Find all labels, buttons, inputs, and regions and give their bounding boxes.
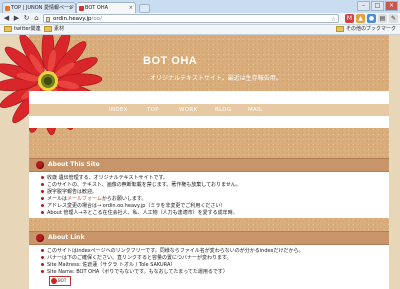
list-item: Site Maitress: 佐倉蓮（サクラ トオル / Tole SAKURA… bbox=[41, 261, 175, 268]
address-bar[interactable]: ordin.heavy.jp/oo/ ☆ bbox=[43, 14, 339, 23]
bullet-icon bbox=[41, 204, 44, 207]
folder-icon bbox=[44, 25, 52, 32]
site-banner[interactable]: BOT bbox=[49, 276, 71, 286]
section-title: About Link bbox=[48, 234, 85, 241]
tab-label: TOP | JUNON 愛情報ページ bbox=[11, 5, 74, 11]
main-menu: INDEX TOP WORK BLOG MAIL bbox=[29, 104, 389, 116]
menu-item-top[interactable]: TOP bbox=[147, 104, 159, 116]
site-subtitle: オリジナルテキストサイト。最近は生存報告用。 bbox=[150, 75, 282, 82]
new-tab-button[interactable] bbox=[139, 4, 150, 13]
banner-flower-icon bbox=[51, 278, 57, 284]
bookmark-label: 素材 bbox=[54, 26, 65, 32]
menu-item-blog[interactable]: BLOG bbox=[215, 104, 231, 116]
list-item: 誤字脱字報告は歓迎。 bbox=[41, 188, 97, 195]
star-icon[interactable]: ☆ bbox=[331, 15, 336, 24]
list-item: このサイトの、テキスト、画像の無断転載を禁じます。著作権も放棄しておりません。 bbox=[41, 181, 241, 188]
bullet-icon bbox=[41, 263, 44, 266]
bullet-icon bbox=[41, 249, 44, 252]
menu-item-mail[interactable]: MAIL bbox=[248, 104, 262, 116]
red-dot-icon bbox=[36, 234, 44, 242]
page-menu-icon[interactable]: ▤ bbox=[378, 14, 387, 23]
extension-icon[interactable]: ● bbox=[367, 14, 376, 23]
banner-text: BOT bbox=[58, 278, 67, 283]
extension-icon[interactable]: ▲ bbox=[356, 14, 365, 23]
address-path: /oo/ bbox=[91, 16, 102, 22]
red-dot-icon bbox=[36, 161, 44, 169]
minimize-button[interactable]: – bbox=[357, 1, 370, 11]
close-window-button[interactable]: × bbox=[385, 1, 398, 11]
favicon-icon bbox=[5, 6, 10, 11]
list-item: このサイトはindexページへのリンクフリーです。同様ならファイル名が変わらない… bbox=[41, 247, 303, 254]
section-header: About Link bbox=[29, 231, 389, 245]
list-item-text: Site Name: BOT OHA（ボりでもないです。もなおしてたまってた運用… bbox=[47, 269, 228, 275]
browser-tab-1[interactable]: TOP | JUNON 愛情報ページ × bbox=[2, 2, 76, 13]
bookmark-label: twitter関連 bbox=[14, 26, 41, 32]
about-link-section: About Link このサイトはindexページへのリンクフリーです。同様なら… bbox=[29, 231, 389, 289]
menu-item-work[interactable]: WORK bbox=[179, 104, 197, 116]
list-item: バナーは下のご確保ください。直リンクすると容量の置につバナーが変わります。 bbox=[41, 254, 232, 261]
close-tab-icon[interactable]: × bbox=[129, 3, 133, 13]
bookmark-label: その他のブックマーク bbox=[345, 26, 396, 32]
list-item: 收歳 遺伝管理する、オリジナルテキストサイトです。 bbox=[41, 174, 168, 181]
forward-icon[interactable]: ▶ bbox=[12, 14, 21, 23]
browser-tab-2[interactable]: BOT OHA × bbox=[76, 2, 136, 13]
header-band bbox=[29, 91, 389, 104]
home-icon[interactable]: ⌂ bbox=[32, 14, 41, 23]
list-item: About 管理人→ネとこる在住会社人、私、人工物（人力も逢適市）を愛する成年時… bbox=[41, 209, 238, 216]
page-icon bbox=[46, 17, 50, 22]
tab-label: BOT OHA bbox=[85, 5, 109, 11]
section-body: このサイトはindexページへのリンクフリーです。同様ならファイル名が変わらない… bbox=[29, 245, 389, 289]
bullet-icon bbox=[41, 190, 44, 193]
favicon-icon bbox=[79, 6, 84, 11]
web-page: BOT OHA オリジナルテキストサイト。最近は生存報告用。 INDEX TOP… bbox=[0, 35, 400, 289]
bullet-icon bbox=[41, 256, 44, 259]
reload-icon[interactable]: ↻ bbox=[22, 14, 31, 23]
bookmarks-bar: twitter関連 素材 その他のブックマーク bbox=[0, 25, 400, 35]
bullet-icon bbox=[41, 211, 44, 214]
bookmark-folder[interactable]: 素材 bbox=[44, 25, 64, 34]
menu-spacer bbox=[29, 116, 389, 128]
list-item: アドレス変更の場合は→ ordin.oo.heavy.jp（ミラを非変更でご利用… bbox=[41, 202, 225, 209]
section-title: About This Site bbox=[48, 161, 100, 168]
site-title: BOT OHA bbox=[143, 55, 198, 67]
bookmark-folder[interactable]: twitter関連 bbox=[4, 25, 41, 34]
close-tab-icon[interactable]: × bbox=[69, 3, 73, 13]
about-site-section: About This Site 收歳 遺伝管理する、オリジナルテキストサイトです… bbox=[29, 158, 389, 218]
section-header: About This Site bbox=[29, 158, 389, 172]
folder-icon bbox=[4, 25, 12, 32]
list-item-text: About 管理人→ネとこる在住会社人、私、人工物（人力も逢適市）を愛する成年時… bbox=[47, 210, 238, 216]
list-item: メールはメールフォームからお願いします。 bbox=[41, 195, 146, 202]
bullet-icon bbox=[41, 176, 44, 179]
bullet-icon bbox=[41, 197, 44, 200]
list-item: Site Name: BOT OHA（ボりでもないです。もなおしてたまってた運用… bbox=[41, 268, 228, 275]
folder-icon bbox=[335, 25, 344, 32]
maximize-button[interactable]: □ bbox=[371, 1, 384, 11]
browser-toolbar: ◀ ▶ ↻ ⌂ ordin.heavy.jp/oo/ ☆ M ▲ ● ▤ ✎ bbox=[0, 13, 400, 25]
wrench-icon[interactable]: ✎ bbox=[389, 14, 398, 23]
address-host: ordin.heavy.jp bbox=[53, 16, 92, 22]
bullet-icon bbox=[41, 270, 44, 273]
menu-item-index[interactable]: INDEX bbox=[109, 104, 128, 116]
tab-strip: TOP | JUNON 愛情報ページ × BOT OHA × – □ × bbox=[0, 0, 400, 13]
bullet-icon bbox=[41, 183, 44, 186]
extension-icon[interactable]: M bbox=[345, 14, 354, 23]
back-icon[interactable]: ◀ bbox=[2, 14, 11, 23]
section-body: 收歳 遺伝管理する、オリジナルテキストサイトです。 このサイトの、テキスト、画像… bbox=[29, 172, 389, 218]
other-bookmarks[interactable]: その他のブックマーク bbox=[335, 25, 396, 34]
